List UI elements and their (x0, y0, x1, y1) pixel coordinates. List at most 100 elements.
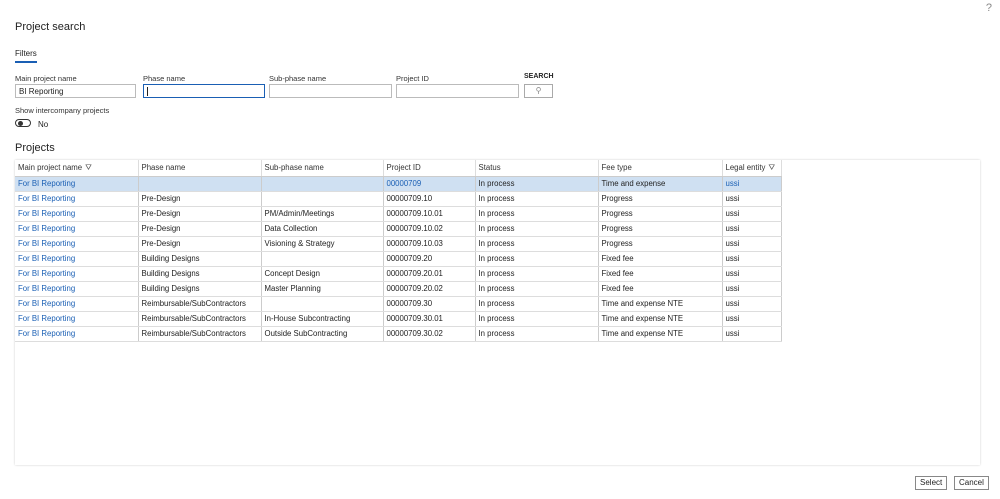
table-cell: Data Collection (261, 221, 384, 237)
tab-filters[interactable]: Filters (15, 49, 37, 58)
table-cell: 00000709 (383, 176, 476, 192)
table-cell: ussi (722, 176, 782, 192)
table-row[interactable]: For BI Reporting 00000709 In process Time a… (15, 176, 782, 192)
table-cell: ussi (722, 326, 782, 342)
table-cell: In process (475, 191, 599, 207)
table-cell: ussi (722, 221, 782, 237)
sub-phase-label: Sub-phase name (269, 74, 327, 83)
table-cell: ussi (722, 236, 782, 252)
table-cell: In process (475, 176, 599, 192)
table-cell: Time and expense NTE (598, 311, 723, 327)
table-cell: Progress (598, 221, 723, 237)
intercompany-toggle[interactable] (15, 119, 31, 127)
table-cell[interactable]: For BI Reporting (15, 206, 139, 222)
column-header[interactable]: Main project name ⛛ (15, 160, 139, 177)
table-cell[interactable]: For BI Reporting (15, 266, 139, 282)
table-cell: Progress (598, 206, 723, 222)
table-cell: In process (475, 326, 599, 342)
search-label: SEARCH (524, 73, 554, 80)
table-row[interactable]: For BI Reporting Building Designs Master P… (15, 281, 782, 297)
column-header[interactable]: Project ID (383, 160, 476, 177)
table-row[interactable]: For BI Reporting Pre-Design Visioning & St… (15, 236, 782, 252)
table-row[interactable]: For BI Reporting Pre-Design Data Collectio… (15, 221, 782, 237)
table-cell[interactable]: For BI Reporting (15, 191, 139, 207)
table-cell: ussi (722, 296, 782, 312)
table-cell (261, 176, 384, 192)
select-button[interactable]: Select (915, 476, 948, 490)
column-header[interactable]: Legal entity ⛛ (722, 160, 782, 177)
table-cell[interactable]: For BI Reporting (15, 236, 139, 252)
table-cell (261, 251, 384, 267)
main-project-label: Main project name (15, 74, 77, 83)
table-cell: In-House Subcontracting (261, 311, 384, 327)
tab-underline (15, 61, 37, 63)
table-cell: Progress (598, 191, 723, 207)
table-cell: 00000709.30.02 (383, 326, 476, 342)
table-row[interactable]: For BI Reporting Building Designs 00000709… (15, 251, 782, 267)
table-cell: Fixed fee (598, 251, 723, 267)
table-cell: 00000709.10 (383, 191, 476, 207)
table-cell: Building Designs (138, 251, 262, 267)
table-cell: Time and expense NTE (598, 296, 723, 312)
table-cell: Concept Design (261, 266, 384, 282)
table-cell: In process (475, 236, 599, 252)
project-id-label: Project ID (396, 74, 429, 83)
table-cell[interactable]: For BI Reporting (15, 326, 139, 342)
column-header[interactable]: Status (475, 160, 599, 177)
phase-name-input[interactable] (143, 84, 265, 98)
intercompany-value: No (38, 120, 49, 129)
table-cell: 00000709.30 (383, 296, 476, 312)
table-cell[interactable]: For BI Reporting (15, 281, 139, 297)
table-cell: 00000709.20.02 (383, 281, 476, 297)
table-row[interactable]: For BI Reporting Pre-Design 00000709.10 In … (15, 191, 782, 207)
table-cell (261, 296, 384, 312)
column-header-label: Project ID (386, 163, 421, 173)
table-cell[interactable]: For BI Reporting (15, 251, 139, 267)
table-cell (138, 176, 262, 192)
table-row[interactable]: For BI Reporting Pre-Design PM/Admin/Meeti… (15, 206, 782, 222)
table-cell: Pre-Design (138, 236, 262, 252)
table-row[interactable]: For BI Reporting Building Designs Concept … (15, 266, 782, 282)
table-cell: Reimbursable/SubContractors (138, 311, 262, 327)
column-header-label: Phase name (141, 163, 186, 173)
column-header[interactable]: Fee type (598, 160, 723, 177)
page-title: Project search (15, 21, 86, 33)
table-cell[interactable]: For BI Reporting (15, 176, 139, 192)
table-cell: Fixed fee (598, 281, 723, 297)
help-button[interactable]: ? (986, 2, 992, 14)
table-cell: PM/Admin/Meetings (261, 206, 384, 222)
text-cursor (147, 87, 148, 96)
table-cell[interactable]: For BI Reporting (15, 296, 139, 312)
table-row[interactable]: For BI Reporting Reimbursable/SubContract… (15, 296, 782, 312)
table-cell: In process (475, 311, 599, 327)
table-cell (261, 191, 384, 207)
table-cell: Reimbursable/SubContractors (138, 296, 262, 312)
table-row[interactable]: For BI Reporting Reimbursable/SubContract… (15, 311, 782, 327)
table-cell[interactable]: For BI Reporting (15, 221, 139, 237)
table-row[interactable]: For BI Reporting Reimbursable/SubContract… (15, 326, 782, 342)
table-cell: 00000709.10.03 (383, 236, 476, 252)
table-cell: ussi (722, 206, 782, 222)
phase-name-label: Phase name (143, 74, 186, 83)
column-header[interactable]: Phase name (138, 160, 262, 177)
search-button[interactable]: ⚲ (524, 84, 553, 98)
table-cell: Building Designs (138, 266, 262, 282)
column-header[interactable]: Sub-phase name (261, 160, 384, 177)
table-cell: In process (475, 296, 599, 312)
filter-icon[interactable]: ⛛ (768, 163, 775, 172)
sub-phase-input[interactable] (269, 84, 392, 98)
table-cell: ussi (722, 251, 782, 267)
table-cell: 00000709.10.01 (383, 206, 476, 222)
table-cell: 00000709.20.01 (383, 266, 476, 282)
main-project-input[interactable]: BI Reporting (15, 84, 136, 98)
filter-icon[interactable]: ⛛ (85, 163, 92, 172)
table-cell: ussi (722, 281, 782, 297)
cancel-button[interactable]: Cancel (954, 476, 989, 490)
table-cell: Progress (598, 236, 723, 252)
table-cell: 00000709.30.01 (383, 311, 476, 327)
table-cell: Visioning & Strategy (261, 236, 384, 252)
project-id-input[interactable] (396, 84, 519, 98)
table-cell: In process (475, 266, 599, 282)
table-cell: Master Planning (261, 281, 384, 297)
table-cell[interactable]: For BI Reporting (15, 311, 139, 327)
